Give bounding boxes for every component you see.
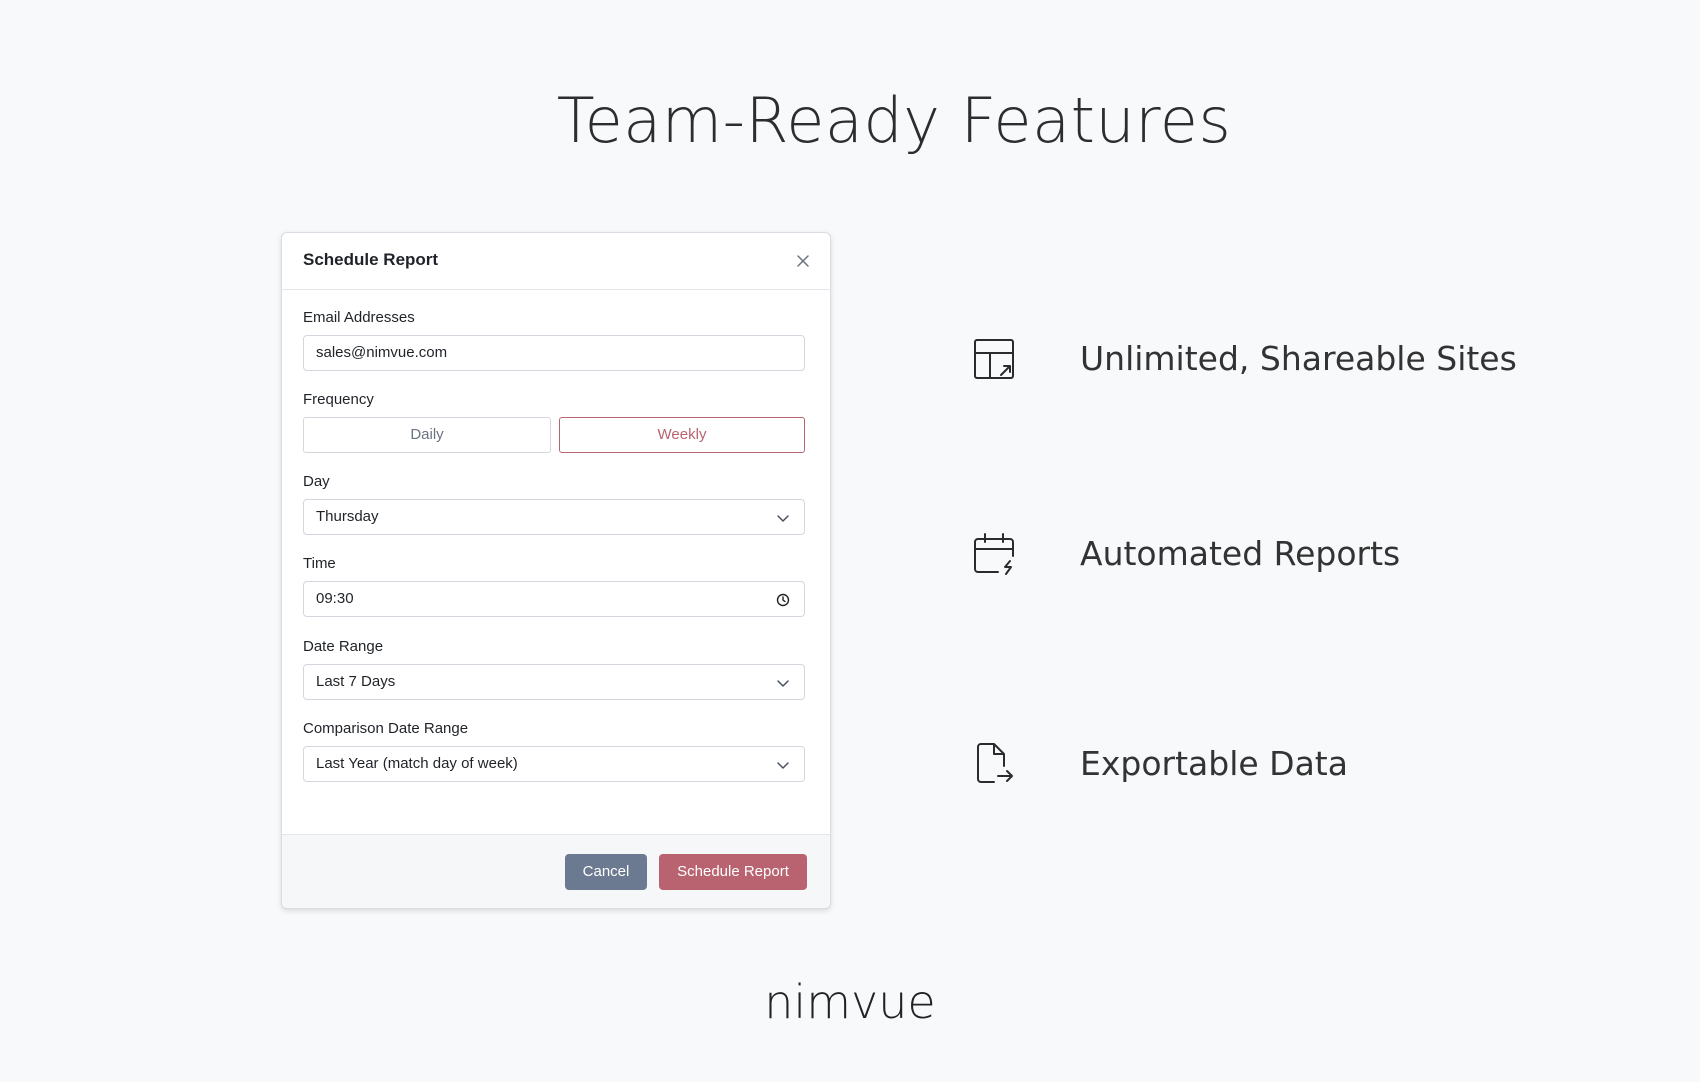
frequency-weekly-button[interactable]: Weekly (559, 417, 805, 453)
date-range-label: Date Range (303, 638, 384, 655)
chevron-down-icon (777, 680, 789, 687)
table-share-icon (974, 339, 1014, 379)
email-label: Email Addresses (303, 309, 415, 326)
feature-automated-reports: Automated Reports (972, 532, 1672, 582)
comparison-value: Last Year (match day of week) (316, 755, 518, 772)
schedule-report-modal: Schedule Report Email Addresses sales@ni… (281, 232, 831, 909)
frequency-label: Frequency (303, 391, 374, 408)
date-range-select[interactable]: Last 7 Days (303, 664, 805, 700)
time-input[interactable]: 09:30 (303, 581, 805, 617)
modal-title: Schedule Report (303, 250, 439, 269)
feature-label: Unlimited, Shareable Sites (1080, 339, 1517, 378)
clock-icon[interactable] (776, 593, 790, 607)
comparison-label: Comparison Date Range (303, 720, 469, 737)
schedule-report-button[interactable]: Schedule Report (659, 854, 807, 890)
page-title: Team-Ready Features (556, 84, 1232, 157)
feature-label: Automated Reports (1080, 534, 1401, 573)
calendar-bolt-icon (974, 533, 1014, 575)
day-select[interactable]: Thursday (303, 499, 805, 535)
frequency-daily-button[interactable]: Daily (303, 417, 551, 453)
close-icon[interactable] (794, 252, 812, 270)
modal-footer: Cancel Schedule Report (282, 834, 830, 908)
chevron-down-icon (777, 515, 789, 522)
email-value: sales@nimvue.com (316, 344, 448, 361)
file-export-icon (977, 743, 1013, 783)
cancel-button[interactable]: Cancel (565, 854, 647, 890)
day-value: Thursday (316, 508, 379, 525)
feature-label: Exportable Data (1080, 744, 1348, 783)
time-value: 09:30 (316, 590, 354, 607)
time-label: Time (303, 555, 336, 572)
feature-shareable-sites: Unlimited, Shareable Sites (972, 337, 1672, 387)
email-field[interactable]: sales@nimvue.com (303, 335, 805, 371)
feature-exportable-data: Exportable Data (972, 742, 1672, 792)
modal-header: Schedule Report (282, 233, 830, 290)
day-label: Day (303, 473, 330, 490)
chevron-down-icon (777, 762, 789, 769)
date-range-value: Last 7 Days (316, 673, 396, 690)
comparison-select[interactable]: Last Year (match day of week) (303, 746, 805, 782)
brand-logo: nimvue (764, 975, 936, 1029)
